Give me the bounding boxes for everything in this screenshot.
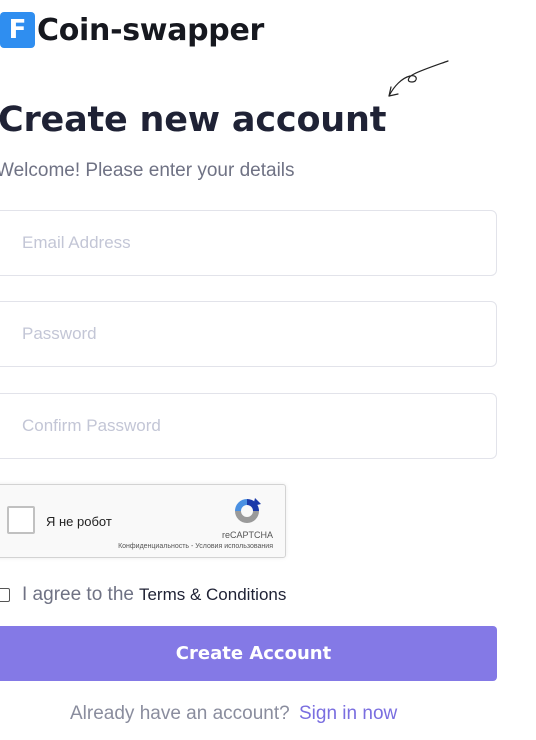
recaptcha-brand: reCAPTCHA xyxy=(221,530,273,540)
terms-checkbox[interactable] xyxy=(0,588,10,602)
hand-drawn-arrow-icon xyxy=(388,60,449,97)
page-subtitle: Welcome! Please enter your details xyxy=(0,160,295,181)
page-title: Create new account xyxy=(0,100,387,140)
brand-name: Coin-swapper xyxy=(37,12,265,48)
brand-logo[interactable]: F Coin-swapper xyxy=(0,12,264,48)
signin-prompt: Already have an account? Sign in now xyxy=(70,703,397,725)
recaptcha-logo-icon xyxy=(235,498,261,523)
terms-agreement: I agree to the Terms & Conditions xyxy=(0,584,286,606)
recaptcha-widget: Я не робот reCAPTCHA Конфиденциальность … xyxy=(0,484,286,558)
recaptcha-checkbox[interactable] xyxy=(7,506,35,534)
create-account-button[interactable]: Create Account xyxy=(0,626,497,681)
signin-question: Already have an account? xyxy=(70,703,290,724)
confirm-password-field[interactable] xyxy=(0,393,497,459)
password-field[interactable] xyxy=(0,301,497,367)
email-field[interactable] xyxy=(0,210,497,276)
recaptcha-label: Я не робот xyxy=(46,514,112,529)
logo-mark-icon: F xyxy=(0,12,35,48)
terms-text: I agree to the xyxy=(22,584,134,605)
recaptcha-links[interactable]: Конфиденциальность - Условия использован… xyxy=(118,543,273,550)
signin-link[interactable]: Sign in now xyxy=(299,703,397,724)
terms-link[interactable]: Terms & Conditions xyxy=(139,585,286,605)
